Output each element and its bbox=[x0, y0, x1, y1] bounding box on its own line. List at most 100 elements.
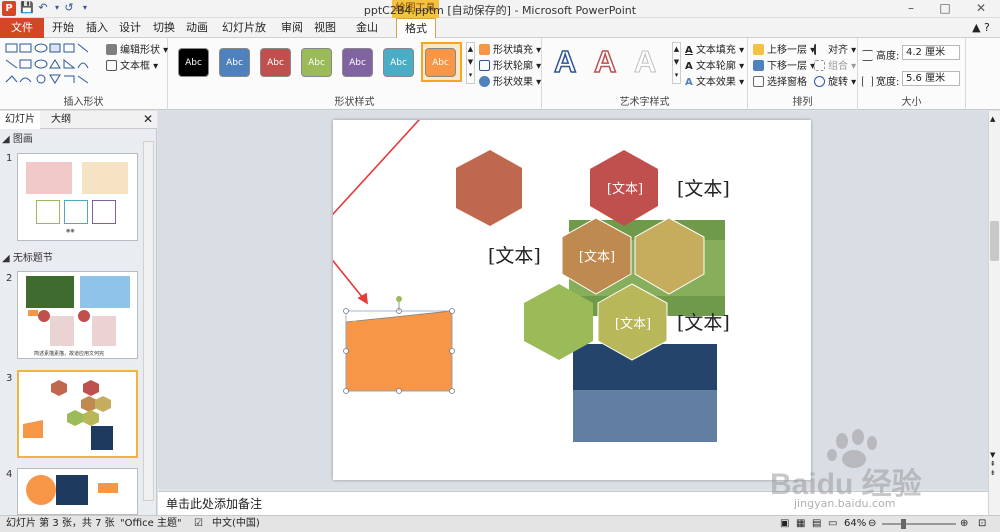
wordart-style-gray-outline[interactable]: A bbox=[633, 44, 656, 80]
spellcheck-icon[interactable]: ☑ bbox=[194, 516, 203, 532]
shape-style-swatch-green[interactable]: Abc bbox=[301, 48, 332, 77]
thumb-shape-orange bbox=[28, 310, 38, 316]
slide-thumbnail-3[interactable] bbox=[17, 370, 138, 458]
slide-thumbnail-4[interactable] bbox=[17, 468, 138, 515]
shape-style-swatch-purple[interactable]: Abc bbox=[342, 48, 373, 77]
width-input[interactable]: 5.6 厘米 bbox=[902, 71, 960, 86]
reading-view-icon[interactable]: ▤ bbox=[812, 516, 821, 532]
tab-home[interactable]: 开始 bbox=[50, 18, 76, 38]
zoom-slider[interactable] bbox=[882, 523, 956, 525]
tab-design[interactable]: 设计 bbox=[117, 18, 143, 38]
tab-review[interactable]: 审阅 bbox=[279, 18, 305, 38]
shape-style-scroll[interactable]: ▲ ▼ ▾ bbox=[466, 42, 475, 84]
tab-format[interactable]: 格式 bbox=[396, 18, 436, 39]
orange-trapezoid-shape[interactable] bbox=[345, 310, 453, 392]
thumb-caption: ◉◉ bbox=[66, 228, 75, 234]
send-backward-button[interactable]: 下移一层 ▾ bbox=[753, 57, 815, 72]
height-input[interactable]: 4.2 厘米 bbox=[902, 45, 960, 60]
slide-sorter-icon[interactable]: ▦ bbox=[796, 516, 805, 532]
shape-style-swatch-blue[interactable]: Abc bbox=[219, 48, 250, 77]
section-header-1[interactable]: ◢ 图画 bbox=[2, 133, 142, 147]
hexagon-tan-text[interactable]: [文本] bbox=[573, 246, 621, 265]
tab-outline[interactable]: 大纲 bbox=[46, 111, 76, 129]
pen-icon bbox=[479, 60, 490, 71]
shape-fill-button[interactable]: 形状填充 ▾ bbox=[479, 41, 541, 56]
thumb-rect bbox=[92, 316, 116, 346]
current-slide[interactable]: [文本] [文本] [文本] [文本] [文本] [文本] bbox=[333, 120, 811, 480]
shape-style-swatch-aqua[interactable]: Abc bbox=[383, 48, 414, 77]
selection-pane-icon bbox=[753, 76, 764, 87]
section-header-2[interactable]: ◢ 无标题节 bbox=[2, 252, 142, 266]
group-arrange: 上移一层 ▾ 下移一层 ▾ 选择窗格 对齐 ▾ 组合 ▾ 旋转 ▾ 排列 bbox=[748, 38, 858, 110]
tab-kingsoft-pdf[interactable]: 金山PDF bbox=[346, 18, 388, 54]
selection-pane-button[interactable]: 选择窗格 bbox=[753, 73, 807, 88]
group-size: 高度: 4.2 厘米 宽度: 5.6 厘米 大小 bbox=[858, 38, 966, 110]
shape-gallery[interactable] bbox=[4, 42, 96, 86]
close-button[interactable]: ✕ bbox=[966, 0, 996, 18]
text-fill-button[interactable]: A 文本填充 ▾ bbox=[685, 41, 744, 56]
tab-file[interactable]: 文件 bbox=[0, 18, 44, 38]
tab-view[interactable]: 视图 bbox=[312, 18, 338, 38]
group-insert-shapes: 编辑形状 ▾ 文本框 ▾ 插入形状 bbox=[0, 38, 168, 110]
close-pane-icon[interactable]: ✕ bbox=[143, 112, 153, 126]
text-box-button[interactable]: 文本框 ▾ bbox=[106, 57, 158, 72]
maximize-button[interactable]: □ bbox=[930, 0, 960, 18]
shape-outline-button[interactable]: 形状轮廓 ▾ bbox=[479, 57, 541, 72]
text-label-bottom-right[interactable]: [文本] bbox=[677, 308, 730, 335]
slide-number-2: 2 bbox=[6, 273, 13, 284]
normal-view-icon[interactable]: ▣ bbox=[780, 516, 789, 532]
tab-animations[interactable]: 动画 bbox=[184, 18, 210, 38]
slide-thumbnail-1[interactable]: ◉◉ bbox=[17, 153, 138, 241]
thumb-image-blue bbox=[80, 276, 130, 308]
scroll-up-icon[interactable]: ▲ bbox=[990, 115, 995, 123]
shape-style-swatch-orange[interactable]: Abc bbox=[425, 48, 456, 77]
hexagon-brown[interactable] bbox=[456, 150, 522, 226]
rotation-handle[interactable] bbox=[396, 296, 402, 302]
paint-bucket-icon bbox=[479, 44, 490, 55]
status-bar: 幻灯片 第 3 张，共 7 张 "Office 主题" ☑ 中文(中国) ▣ ▦… bbox=[0, 515, 1000, 532]
bring-forward-button[interactable]: 上移一层 ▾ bbox=[753, 41, 815, 56]
thumb-circle bbox=[78, 310, 90, 322]
scrollbar-thumb[interactable] bbox=[990, 221, 999, 261]
thumb-image-green bbox=[26, 276, 74, 308]
rotate-button[interactable]: 旋转 ▾ bbox=[814, 73, 856, 88]
tab-slides[interactable]: 幻灯片 bbox=[0, 111, 40, 129]
text-label-top-right[interactable]: [文本] bbox=[677, 174, 730, 201]
shape-style-swatch-black[interactable]: Abc bbox=[178, 48, 209, 77]
wordart-style-blue-outline[interactable]: A bbox=[553, 43, 577, 80]
fit-slide-icon[interactable]: ⊡ bbox=[978, 516, 986, 532]
zoom-level[interactable]: 64% bbox=[844, 516, 866, 532]
minimize-button[interactable]: – bbox=[896, 0, 926, 18]
align-button[interactable]: 对齐 ▾ bbox=[814, 41, 856, 56]
zoom-in-icon[interactable]: ⊕ bbox=[960, 516, 968, 532]
slides-pane: 幻灯片 大纲 ✕ ◢ 图画 1 ◉◉ ◢ 无标题节 2 简述素描素描，故道应用文… bbox=[0, 111, 157, 515]
help-icon[interactable]: ▲ ? bbox=[968, 18, 994, 38]
zoom-slider-thumb[interactable] bbox=[901, 519, 906, 529]
tab-slideshow[interactable]: 幻灯片放映 bbox=[218, 18, 270, 54]
hexagon-olive-text[interactable]: [文本] bbox=[609, 313, 657, 332]
edit-shape-button[interactable]: 编辑形状 ▾ bbox=[106, 41, 168, 56]
text-effects-button[interactable]: A 文本效果 ▾ bbox=[685, 73, 744, 88]
slideshow-icon[interactable]: ▭ bbox=[828, 516, 837, 532]
wordart-style-red-outline[interactable]: A bbox=[593, 43, 617, 80]
text-label-left[interactable]: [文本] bbox=[488, 241, 541, 268]
thumb-image bbox=[56, 475, 88, 505]
tab-transitions[interactable]: 切换 bbox=[151, 18, 177, 38]
thumb-rect bbox=[50, 316, 74, 346]
text-outline-button[interactable]: A 文本轮廓 ▾ bbox=[685, 57, 744, 72]
shape-style-swatch-red[interactable]: Abc bbox=[260, 48, 291, 77]
shape-effects-button[interactable]: 形状效果 ▾ bbox=[479, 73, 541, 88]
slide-thumbnail-2[interactable]: 简述素描素描，故道应用文何完 bbox=[17, 271, 138, 359]
tab-insert[interactable]: 插入 bbox=[84, 18, 110, 38]
canvas-vertical-scrollbar[interactable]: ▲ ▼ ⇞ ⇟ bbox=[988, 111, 1000, 515]
zoom-out-icon[interactable]: ⊖ bbox=[868, 516, 876, 532]
notes-pane[interactable]: 单击此处添加备注 bbox=[158, 491, 988, 515]
wordart-style-scroll[interactable]: ▲ ▼ ▾ bbox=[672, 42, 681, 84]
scroll-nav-icons[interactable]: ▼ ⇞ ⇟ bbox=[990, 451, 996, 478]
group-label-insert-shapes: 插入形状 bbox=[63, 97, 104, 108]
language-status[interactable]: 中文(中国) bbox=[212, 516, 260, 532]
group-objects-button[interactable]: 组合 ▾ bbox=[814, 57, 856, 72]
title-bar: P 💾 ↶ ▾ ↺ ▾ 绘图工具 pptC2B4.pptm [自动保存的] - … bbox=[0, 0, 1000, 18]
thumbnail-scrollbar[interactable] bbox=[143, 141, 154, 501]
hexagon-red-text[interactable]: [文本] bbox=[601, 178, 649, 197]
